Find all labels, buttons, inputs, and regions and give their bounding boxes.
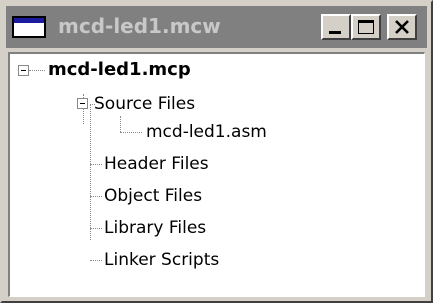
tree-item-source-file[interactable]: mcd-led1.asm	[146, 121, 267, 143]
tree-connector	[29, 70, 45, 71]
tree-item-object-files[interactable]: Object Files	[104, 185, 202, 207]
maximize-button[interactable]	[351, 14, 381, 40]
close-button[interactable]	[387, 14, 417, 40]
window-title: mcd-led1.mcw	[58, 14, 221, 38]
tree-connector	[120, 116, 121, 132]
tree-connector	[90, 260, 102, 261]
tree-item-library-files[interactable]: Library Files	[104, 217, 206, 239]
tree-connector	[90, 104, 91, 240]
collapse-source-files-icon[interactable]	[77, 98, 88, 109]
collapse-root-icon[interactable]	[18, 65, 29, 76]
tree-item-header-files[interactable]: Header Files	[104, 153, 209, 175]
tree-root-project[interactable]: mcd-led1.mcp	[48, 59, 191, 81]
project-tree[interactable]: mcd-led1.mcp Source Files mcd-led1.asm H…	[8, 52, 425, 297]
window-icon	[12, 16, 46, 38]
maximize-icon	[358, 20, 374, 34]
close-icon	[395, 20, 409, 34]
tree-connector	[90, 164, 102, 165]
minimize-button[interactable]	[321, 14, 351, 40]
tree-item-source-files[interactable]: Source Files	[94, 93, 195, 115]
tree-connector	[120, 132, 142, 133]
minimize-icon	[329, 31, 341, 34]
project-window: mcd-led1.mcw mcd-led1.mcp Source Files m…	[0, 0, 433, 303]
title-bar[interactable]: mcd-led1.mcw	[6, 6, 427, 48]
tree-connector	[90, 228, 102, 229]
tree-connector	[90, 196, 102, 197]
tree-item-linker-scripts[interactable]: Linker Scripts	[104, 249, 219, 271]
